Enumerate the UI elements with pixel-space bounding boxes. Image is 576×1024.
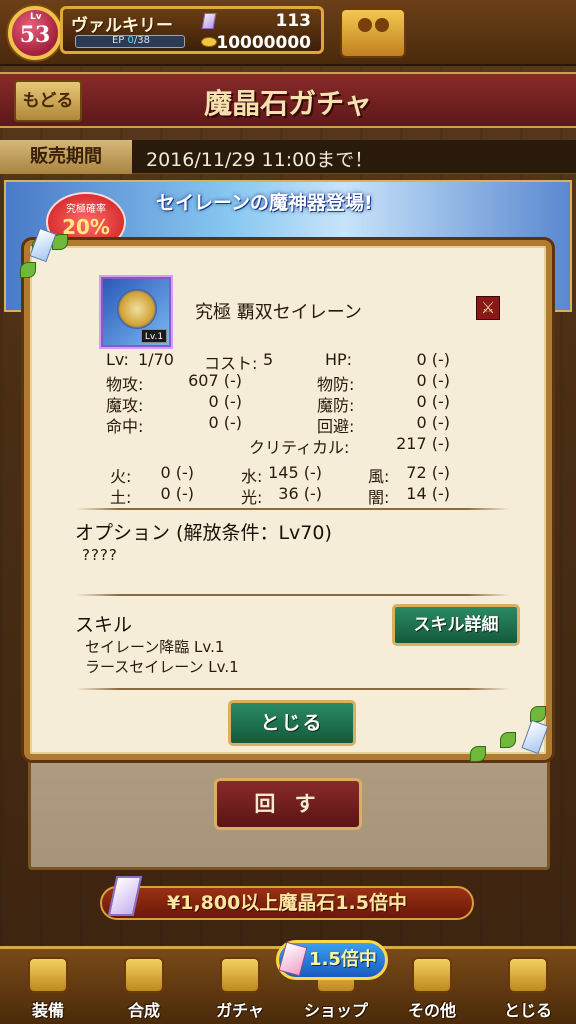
element-light-value: 36 (-) [278,484,322,503]
ep-label: EP [111,35,125,46]
stat-crit-value: 217 (-) [396,434,450,453]
divider [76,688,510,690]
nav-other[interactable]: その他 [384,955,480,1024]
item-card-level: Lv.1 [141,329,167,343]
skill-detail-button[interactable]: スキル詳細 [392,604,520,646]
skill-item: セイレーン降臨 Lv.1 [85,638,225,656]
item-art [117,289,157,329]
nav-close[interactable]: とじる [480,955,576,1024]
stat-lv-value: 1/70 [138,350,174,369]
sale-period-row: 販売期間 2016/11/29 11:00まで！ [0,140,576,174]
guild-icon[interactable] [340,8,406,58]
stat-lv-label: Lv: [106,350,129,369]
nav-fusion[interactable]: 合成 [96,955,192,1024]
item-name: 究極 覇双セイレーン [195,302,362,323]
coin-icon [201,37,217,47]
vine-leaf-icon [470,746,486,762]
nav-label: とじる [503,1001,552,1020]
divider [76,594,510,596]
stat-mdef-value: 0 (-) [416,392,450,411]
vine-leaf-icon [500,732,516,748]
nav-equipment[interactable]: 装備 [0,955,96,1024]
crystal-icon [521,719,549,755]
divider [76,508,510,510]
equipment-icon [28,957,68,993]
status-bar: Lv 53 ヴァルキリー EP 0/38 113 10000000 [0,0,576,66]
element-wind-value: 72 (-) [406,463,450,482]
element-earth-label: 土: [110,488,132,507]
player-panel[interactable]: ヴァルキリー EP 0/38 113 10000000 [60,6,324,54]
stat-hit-label: 命中: [106,417,144,436]
nav-label: ガチャ [216,1001,264,1020]
page-header: もどる 魔晶石ガチャ [0,72,576,128]
nav-label: 合成 [127,1001,160,1020]
stat-crit-label: クリティカル: [249,438,350,457]
stat-matk-value: 0 (-) [208,392,242,411]
nav-gacha[interactable]: ガチャ [192,955,288,1024]
nav-label: 装備 [31,1001,64,1020]
item-card: Lv.1 [101,277,171,347]
close-dialog-button[interactable]: とじる [228,700,356,746]
sale-period-date: 2016/11/29 11:00まで！ [146,149,374,171]
player-name: ヴァルキリー [71,16,173,36]
gacha-icon [220,957,260,993]
ep-bar: EP 0/38 [75,35,185,48]
page-title: 魔晶石ガチャ [204,87,372,120]
skill-title: スキル [75,614,133,636]
stat-cost-value: 5 [263,350,274,369]
spin-button[interactable]: 回 す [214,778,362,830]
stat-pdef-value: 0 (-) [416,371,450,390]
level-value: 53 [19,22,51,48]
stat-eva-value: 0 (-) [416,413,450,432]
element-fire-value: 0 (-) [160,463,194,482]
coin-count: 10000000 [216,33,311,53]
crossed-swords-icon: ⚔ [476,296,500,320]
nav-label: ショップ [303,1001,368,1020]
stat-hp-label: HP: [325,350,353,369]
gem-icon [201,13,217,29]
element-dark-value: 14 (-) [406,484,450,503]
item-detail-dialog: Lv.1 究極 覇双セイレーン ⚔ Lv: 1/70 コスト: 5 HP: 0 … [20,227,552,762]
hammer-icon [124,957,164,993]
vine-leaf-icon [20,262,36,278]
element-water-value: 145 (-) [268,463,322,482]
gem-count: 113 [275,11,312,31]
ep-max: /38 [133,35,150,46]
banner-rate-label: 究極確率 [66,204,106,215]
stat-hit-value: 0 (-) [208,413,242,432]
level-badge[interactable]: Lv 53 [8,6,62,60]
option-title: オプション (解放条件：Lv70) [75,522,332,544]
stat-patk-value: 607 (-) [188,371,242,390]
banner-headline: セイレーンの魔神器登場! [156,192,373,214]
nav-label: その他 [407,1001,456,1020]
ep-text: EP 0/38 [76,35,186,46]
element-earth-value: 0 (-) [160,484,194,503]
character-icon [508,957,548,993]
stat-hp-value: 0 (-) [416,350,450,369]
skill-item: ラースセイレーン Lv.1 [85,658,239,676]
gear-icon [412,957,452,993]
level-label: Lv [30,12,42,22]
sale-period-label: 販売期間 [0,140,132,174]
option-value: ???? [82,546,118,564]
promo-banner[interactable]: ¥1,800以上魔晶石1.5倍中 [100,886,474,920]
